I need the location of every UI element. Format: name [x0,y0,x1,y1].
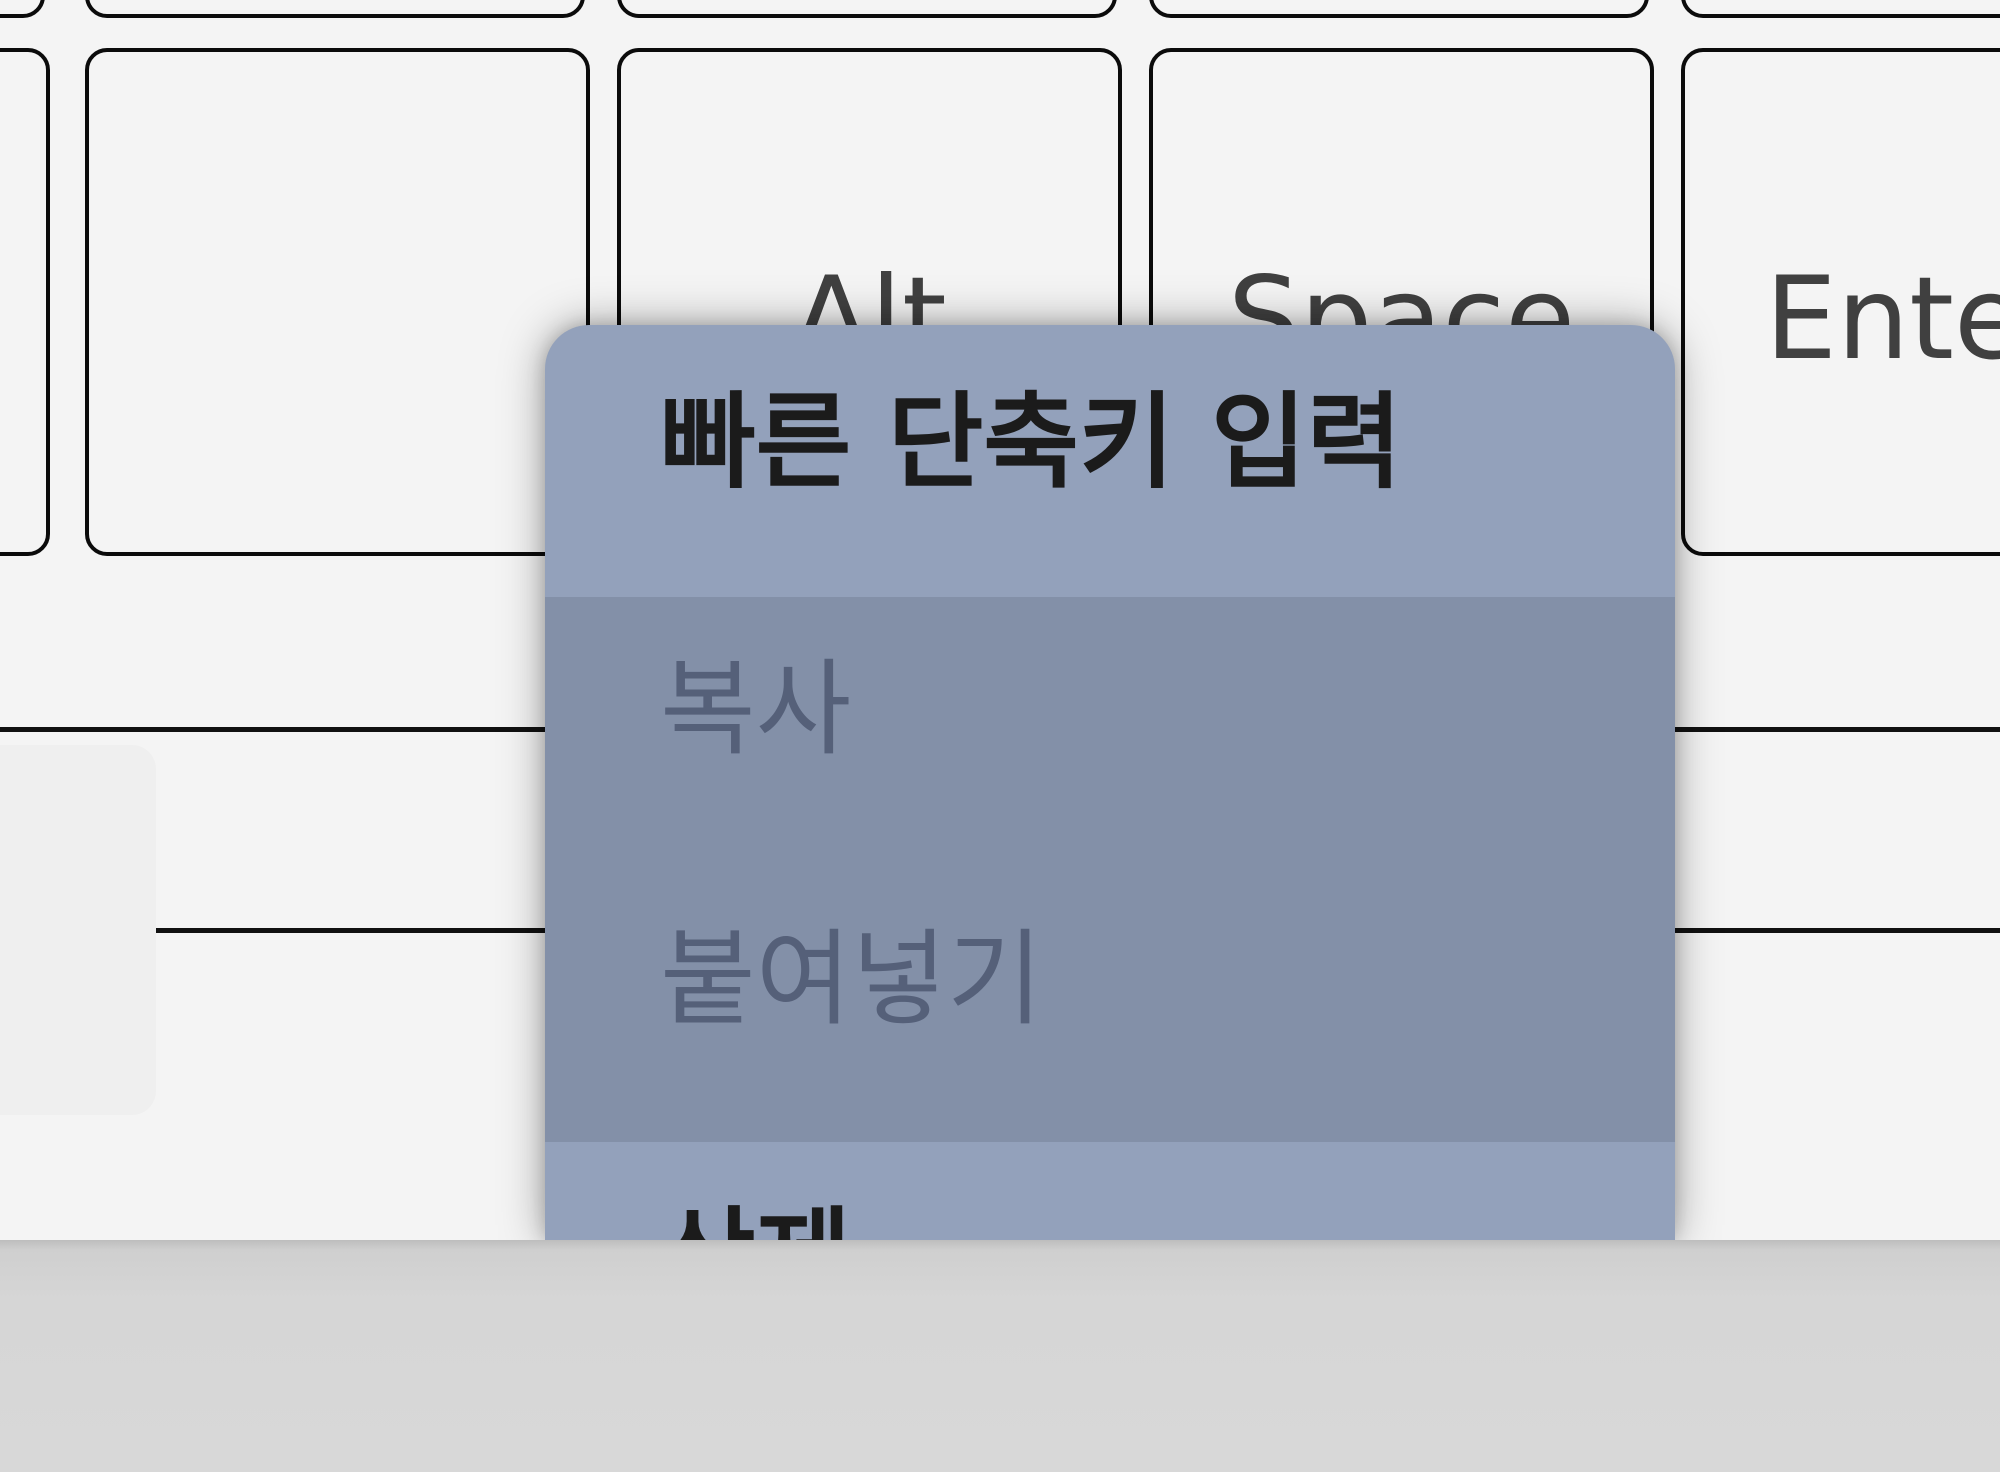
keyboard-editor-area: Alt Space Ente 빠른 단축키 입력 복사 붙여넣기 삭제 [0,0,2000,1240]
key-top-5[interactable] [1681,0,2000,18]
menu-item-quick-shortcut-input[interactable]: 빠른 단축키 입력 [545,390,1675,494]
menu-item-copy[interactable]: 복사 [545,657,1675,761]
menu-disabled-group: 복사 붙여넣기 [545,597,1675,1142]
taskbar [0,1240,2000,1472]
context-menu: 빠른 단축키 입력 복사 붙여넣기 삭제 [545,325,1675,1240]
key-top-2[interactable] [85,0,585,18]
key-enter-label: Ente [1765,252,2000,385]
key-top-1[interactable] [0,0,45,18]
menu-item-delete[interactable]: 삭제 [545,1205,1675,1240]
menu-item-paste[interactable]: 붙여넣기 [545,927,1675,1031]
key-top-4[interactable] [1149,0,1649,18]
key-blank[interactable] [85,48,590,556]
key-partial-left[interactable] [0,48,50,556]
key-top-3[interactable] [617,0,1117,18]
key-enter[interactable]: Ente [1681,48,2000,556]
side-panel [0,745,156,1115]
